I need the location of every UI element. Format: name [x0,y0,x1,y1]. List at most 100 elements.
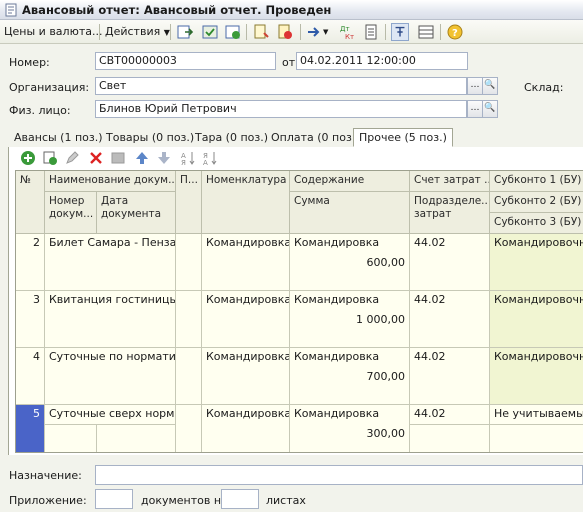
table-cell-subconto2[interactable] [490,425,583,452]
chevron-down-icon[interactable]: ▼ [323,28,328,36]
delete-row-icon[interactable] [88,150,104,166]
table-row-number[interactable]: 5 [16,405,45,452]
tab-advances[interactable]: Авансы (1 поз.) [9,129,108,147]
organization-label: Организация: [9,81,90,94]
tab-payment[interactable]: Оплата (0 поз.) [266,129,365,147]
person-value: Блинов Юрий Петрович [99,102,237,115]
person-field[interactable]: Блинов Юрий Петрович [95,100,467,118]
organization-select-button[interactable]: … [467,77,483,95]
toolbar-separator [385,24,386,40]
table-cell-sum[interactable]: 300,00 [290,425,410,452]
date-field[interactable]: 04.02.2011 12:00:00 [296,52,468,70]
table-row-number[interactable]: 2 [16,234,45,291]
post-and-close-icon[interactable] [176,23,194,41]
table-cell-doc-number[interactable] [45,425,97,452]
table-cell-account[interactable]: 44.02 [410,291,490,348]
table-cell-content[interactable]: Командировка [290,348,410,368]
table-cell-content[interactable]: Командировка [290,291,410,311]
table-cell-content[interactable]: Командировка [290,405,410,425]
col-header-doc-number[interactable]: Номер докум... [45,192,97,234]
help-icon[interactable]: ? [446,23,464,41]
print-icon[interactable] [252,23,270,41]
table-cell-sum[interactable]: 600,00 [290,254,410,291]
col-header-p[interactable]: П... [176,171,202,234]
table-cell-subconto1[interactable]: Командировочные [490,291,583,348]
actions-menu-button[interactable]: Действия ▼ [105,23,170,41]
table-cell-sum[interactable]: 1 000,00 [290,311,410,348]
organization-search-icon[interactable]: 🔍 [482,77,498,95]
documents-count-field[interactable] [95,489,133,509]
edit-row-icon[interactable] [64,150,80,166]
toolbar-separator [99,24,100,40]
number-field[interactable]: СВТ00000003 [95,52,276,70]
movements-icon[interactable] [276,23,294,41]
purpose-label: Назначение: [9,469,82,482]
person-search-icon[interactable]: 🔍 [482,100,498,118]
sort-ascending-icon[interactable]: АЯ [180,150,196,166]
tab-goods[interactable]: Товары (0 поз.) [101,129,199,147]
table-cell-sum[interactable]: 700,00 [290,368,410,405]
col-header-division[interactable]: Подразделе... затрат [410,192,490,234]
col-header-subconto1[interactable]: Субконто 1 (БУ) [490,171,583,192]
table-cell-nomenclature[interactable]: Командировка [202,291,290,348]
purpose-field[interactable] [95,465,583,485]
organization-field[interactable]: Свет [95,77,467,95]
table-cell-content[interactable]: Командировка [290,234,410,254]
col-header-content[interactable]: Содержание [290,171,410,192]
table-cell-nomenclature[interactable]: Командировка [202,348,290,405]
table-cell-account[interactable]: 44.02 [410,405,490,425]
end-edit-icon[interactable] [110,150,126,166]
table-cell-name[interactable]: Суточные по нормативу [45,348,176,405]
add-row-icon[interactable] [20,150,36,166]
col-header-subconto2[interactable]: Субконто 2 (БУ) [490,192,583,213]
col-header-name[interactable]: Наименование докум... [45,171,176,192]
table-cell-subconto1[interactable]: Командировочные [490,348,583,405]
col-header-number[interactable]: № [16,171,45,234]
sort-descending-icon[interactable]: ЯА [202,150,218,166]
sheets-count-field[interactable] [221,489,259,509]
table-cell-account[interactable]: 44.02 [410,234,490,291]
table-cell-subconto1[interactable]: Командировочные [490,234,583,291]
number-value: СВТ00000003 [99,54,177,67]
window-title-text: Авансовый отчет: Авансовый отчет. Провед… [22,3,332,17]
move-down-icon[interactable] [156,150,172,166]
table-cell-nomenclature[interactable]: Командировка [202,234,290,291]
col-header-subconto3[interactable]: Субконто 3 (БУ) [490,213,583,234]
save-green-icon[interactable] [224,23,242,41]
table-cell-account[interactable]: 44.02 [410,348,490,405]
col-header-sum[interactable]: Сумма [290,192,410,234]
based-on-icon[interactable] [305,23,323,41]
table-cell-name[interactable]: Билет Самара - Пенза [45,234,176,291]
table-cell-p[interactable] [176,234,202,291]
table-view-icon[interactable] [417,23,435,41]
col-header-account[interactable]: Счет затрат ... [410,171,490,192]
structure-icon[interactable] [391,23,409,41]
prices-currency-button[interactable]: Цены и валюта... [4,23,102,41]
table-cell-nomenclature[interactable]: Командировка [202,405,290,452]
table-row-number[interactable]: 3 [16,291,45,348]
table-cell-name[interactable]: Суточные сверх норм... [45,405,176,425]
table-cell-name[interactable]: Квитанция гостиницы [45,291,176,348]
person-label: Физ. лицо: [9,104,71,117]
post-document-icon[interactable] [201,23,219,41]
document-icon [5,3,17,17]
table-cell-p[interactable] [176,291,202,348]
move-up-icon[interactable] [134,150,150,166]
col-header-nomenclature[interactable]: Номенклатура [202,171,290,234]
documents-label: документов на [141,494,228,507]
tab-containers[interactable]: Тара (0 поз.) [190,129,273,147]
table-cell-doc-date[interactable] [97,425,176,452]
journal-icon[interactable] [362,23,380,41]
other-items-table[interactable]: № Наименование докум... Номер докум... Д… [15,170,583,453]
table-cell-p[interactable] [176,348,202,405]
person-select-button[interactable]: … [467,100,483,118]
table-row-number[interactable]: 4 [16,348,45,405]
warehouse-label: Склад: [524,81,564,94]
tab-other[interactable]: Прочее (5 поз.) [353,128,453,147]
table-cell-p[interactable] [176,405,202,452]
table-cell-subconto1[interactable]: Не учитываемые [490,405,583,425]
copy-row-icon[interactable] [42,150,58,166]
debit-credit-icon[interactable]: Дт Кт [338,23,356,41]
table-cell-division[interactable] [410,425,490,452]
col-header-doc-date[interactable]: Дата документа [97,192,176,234]
